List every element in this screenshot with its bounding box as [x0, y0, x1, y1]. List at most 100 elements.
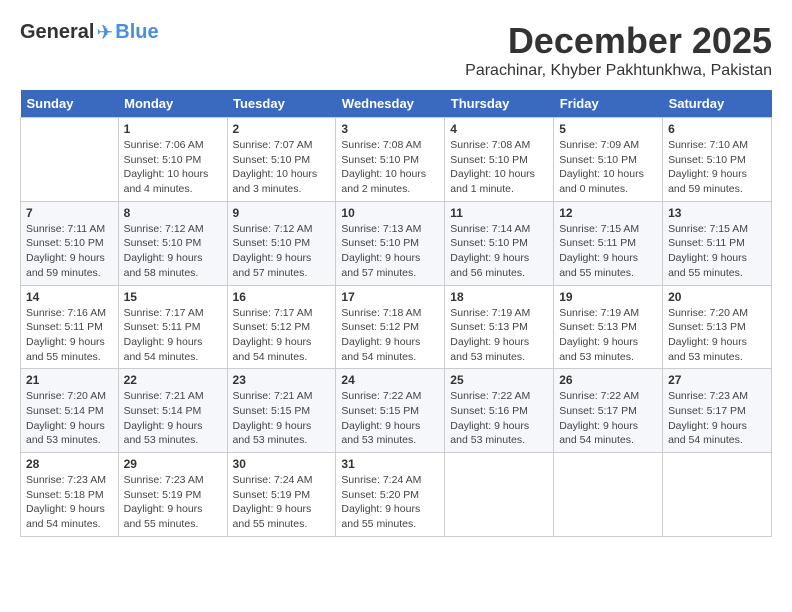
cell-info: Sunrise: 7:20 AMSunset: 5:14 PMDaylight:…: [26, 389, 113, 448]
calendar-week-row: 28 Sunrise: 7:23 AMSunset: 5:18 PMDaylig…: [21, 453, 772, 537]
calendar-cell: 30 Sunrise: 7:24 AMSunset: 5:19 PMDaylig…: [227, 453, 336, 537]
logo-bird-icon: ✈: [96, 20, 113, 45]
day-header-wednesday: Wednesday: [336, 90, 445, 118]
calendar-cell: 23 Sunrise: 7:21 AMSunset: 5:15 PMDaylig…: [227, 369, 336, 453]
cell-info: Sunrise: 7:12 AMSunset: 5:10 PMDaylight:…: [124, 222, 222, 281]
logo-general-text: General: [20, 21, 94, 44]
day-number: 27: [668, 373, 766, 387]
calendar-cell: [663, 453, 772, 537]
calendar-cell: 19 Sunrise: 7:19 AMSunset: 5:13 PMDaylig…: [554, 285, 663, 369]
day-header-thursday: Thursday: [445, 90, 554, 118]
day-header-monday: Monday: [118, 90, 227, 118]
calendar-cell: 4 Sunrise: 7:08 AMSunset: 5:10 PMDayligh…: [445, 118, 554, 202]
day-number: 25: [450, 373, 548, 387]
day-number: 17: [341, 290, 439, 304]
cell-info: Sunrise: 7:17 AMSunset: 5:11 PMDaylight:…: [124, 306, 222, 365]
day-number: 21: [26, 373, 113, 387]
calendar-cell: 10 Sunrise: 7:13 AMSunset: 5:10 PMDaylig…: [336, 201, 445, 285]
cell-info: Sunrise: 7:21 AMSunset: 5:14 PMDaylight:…: [124, 389, 222, 448]
day-number: 4: [450, 122, 548, 136]
calendar-cell: 21 Sunrise: 7:20 AMSunset: 5:14 PMDaylig…: [21, 369, 119, 453]
calendar-cell: 9 Sunrise: 7:12 AMSunset: 5:10 PMDayligh…: [227, 201, 336, 285]
calendar-cell: 11 Sunrise: 7:14 AMSunset: 5:10 PMDaylig…: [445, 201, 554, 285]
cell-info: Sunrise: 7:11 AMSunset: 5:10 PMDaylight:…: [26, 222, 113, 281]
logo-icon: General ✈: [20, 20, 113, 45]
cell-info: Sunrise: 7:06 AMSunset: 5:10 PMDaylight:…: [124, 138, 222, 197]
day-number: 18: [450, 290, 548, 304]
calendar-cell: 13 Sunrise: 7:15 AMSunset: 5:11 PMDaylig…: [663, 201, 772, 285]
day-number: 5: [559, 122, 657, 136]
calendar-week-row: 21 Sunrise: 7:20 AMSunset: 5:14 PMDaylig…: [21, 369, 772, 453]
calendar-cell: 29 Sunrise: 7:23 AMSunset: 5:19 PMDaylig…: [118, 453, 227, 537]
cell-info: Sunrise: 7:15 AMSunset: 5:11 PMDaylight:…: [668, 222, 766, 281]
calendar-cell: 17 Sunrise: 7:18 AMSunset: 5:12 PMDaylig…: [336, 285, 445, 369]
calendar-table: SundayMondayTuesdayWednesdayThursdayFrid…: [20, 90, 772, 537]
day-number: 30: [233, 457, 331, 471]
day-number: 20: [668, 290, 766, 304]
calendar-cell: 27 Sunrise: 7:23 AMSunset: 5:17 PMDaylig…: [663, 369, 772, 453]
logo-blue-text: Blue: [115, 21, 158, 44]
day-number: 22: [124, 373, 222, 387]
day-number: 26: [559, 373, 657, 387]
day-number: 7: [26, 206, 113, 220]
day-number: 14: [26, 290, 113, 304]
day-number: 6: [668, 122, 766, 136]
calendar-cell: 26 Sunrise: 7:22 AMSunset: 5:17 PMDaylig…: [554, 369, 663, 453]
calendar-cell: 22 Sunrise: 7:21 AMSunset: 5:14 PMDaylig…: [118, 369, 227, 453]
day-number: 1: [124, 122, 222, 136]
page-header: General ✈ Blue December 2025 Parachinar,…: [20, 20, 772, 80]
calendar-cell: 15 Sunrise: 7:17 AMSunset: 5:11 PMDaylig…: [118, 285, 227, 369]
day-number: 2: [233, 122, 331, 136]
cell-info: Sunrise: 7:22 AMSunset: 5:15 PMDaylight:…: [341, 389, 439, 448]
cell-info: Sunrise: 7:22 AMSunset: 5:16 PMDaylight:…: [450, 389, 548, 448]
day-number: 28: [26, 457, 113, 471]
day-number: 11: [450, 206, 548, 220]
calendar-cell: 31 Sunrise: 7:24 AMSunset: 5:20 PMDaylig…: [336, 453, 445, 537]
calendar-cell: 20 Sunrise: 7:20 AMSunset: 5:13 PMDaylig…: [663, 285, 772, 369]
cell-info: Sunrise: 7:23 AMSunset: 5:18 PMDaylight:…: [26, 473, 113, 532]
cell-info: Sunrise: 7:13 AMSunset: 5:10 PMDaylight:…: [341, 222, 439, 281]
day-number: 13: [668, 206, 766, 220]
day-number: 12: [559, 206, 657, 220]
day-number: 15: [124, 290, 222, 304]
cell-info: Sunrise: 7:24 AMSunset: 5:20 PMDaylight:…: [341, 473, 439, 532]
day-header-tuesday: Tuesday: [227, 90, 336, 118]
calendar-cell: 14 Sunrise: 7:16 AMSunset: 5:11 PMDaylig…: [21, 285, 119, 369]
calendar-cell: 18 Sunrise: 7:19 AMSunset: 5:13 PMDaylig…: [445, 285, 554, 369]
cell-info: Sunrise: 7:22 AMSunset: 5:17 PMDaylight:…: [559, 389, 657, 448]
calendar-cell: 1 Sunrise: 7:06 AMSunset: 5:10 PMDayligh…: [118, 118, 227, 202]
calendar-cell: [21, 118, 119, 202]
day-number: 8: [124, 206, 222, 220]
calendar-cell: 7 Sunrise: 7:11 AMSunset: 5:10 PMDayligh…: [21, 201, 119, 285]
calendar-cell: 2 Sunrise: 7:07 AMSunset: 5:10 PMDayligh…: [227, 118, 336, 202]
calendar-cell: 28 Sunrise: 7:23 AMSunset: 5:18 PMDaylig…: [21, 453, 119, 537]
logo: General ✈ Blue: [20, 20, 159, 45]
cell-info: Sunrise: 7:23 AMSunset: 5:17 PMDaylight:…: [668, 389, 766, 448]
calendar-cell: [445, 453, 554, 537]
month-year-title: December 2025: [465, 20, 772, 62]
day-number: 24: [341, 373, 439, 387]
cell-info: Sunrise: 7:24 AMSunset: 5:19 PMDaylight:…: [233, 473, 331, 532]
calendar-cell: 12 Sunrise: 7:15 AMSunset: 5:11 PMDaylig…: [554, 201, 663, 285]
cell-info: Sunrise: 7:18 AMSunset: 5:12 PMDaylight:…: [341, 306, 439, 365]
calendar-week-row: 14 Sunrise: 7:16 AMSunset: 5:11 PMDaylig…: [21, 285, 772, 369]
day-number: 23: [233, 373, 331, 387]
cell-info: Sunrise: 7:23 AMSunset: 5:19 PMDaylight:…: [124, 473, 222, 532]
calendar-cell: 8 Sunrise: 7:12 AMSunset: 5:10 PMDayligh…: [118, 201, 227, 285]
calendar-week-row: 1 Sunrise: 7:06 AMSunset: 5:10 PMDayligh…: [21, 118, 772, 202]
day-number: 16: [233, 290, 331, 304]
cell-info: Sunrise: 7:07 AMSunset: 5:10 PMDaylight:…: [233, 138, 331, 197]
day-header-sunday: Sunday: [21, 90, 119, 118]
cell-info: Sunrise: 7:20 AMSunset: 5:13 PMDaylight:…: [668, 306, 766, 365]
cell-info: Sunrise: 7:09 AMSunset: 5:10 PMDaylight:…: [559, 138, 657, 197]
location-text: Parachinar, Khyber Pakhtunkhwa, Pakistan: [465, 62, 772, 80]
calendar-week-row: 7 Sunrise: 7:11 AMSunset: 5:10 PMDayligh…: [21, 201, 772, 285]
calendar-cell: 6 Sunrise: 7:10 AMSunset: 5:10 PMDayligh…: [663, 118, 772, 202]
day-number: 31: [341, 457, 439, 471]
calendar-cell: 25 Sunrise: 7:22 AMSunset: 5:16 PMDaylig…: [445, 369, 554, 453]
cell-info: Sunrise: 7:12 AMSunset: 5:10 PMDaylight:…: [233, 222, 331, 281]
calendar-header-row: SundayMondayTuesdayWednesdayThursdayFrid…: [21, 90, 772, 118]
day-header-friday: Friday: [554, 90, 663, 118]
cell-info: Sunrise: 7:17 AMSunset: 5:12 PMDaylight:…: [233, 306, 331, 365]
cell-info: Sunrise: 7:08 AMSunset: 5:10 PMDaylight:…: [450, 138, 548, 197]
